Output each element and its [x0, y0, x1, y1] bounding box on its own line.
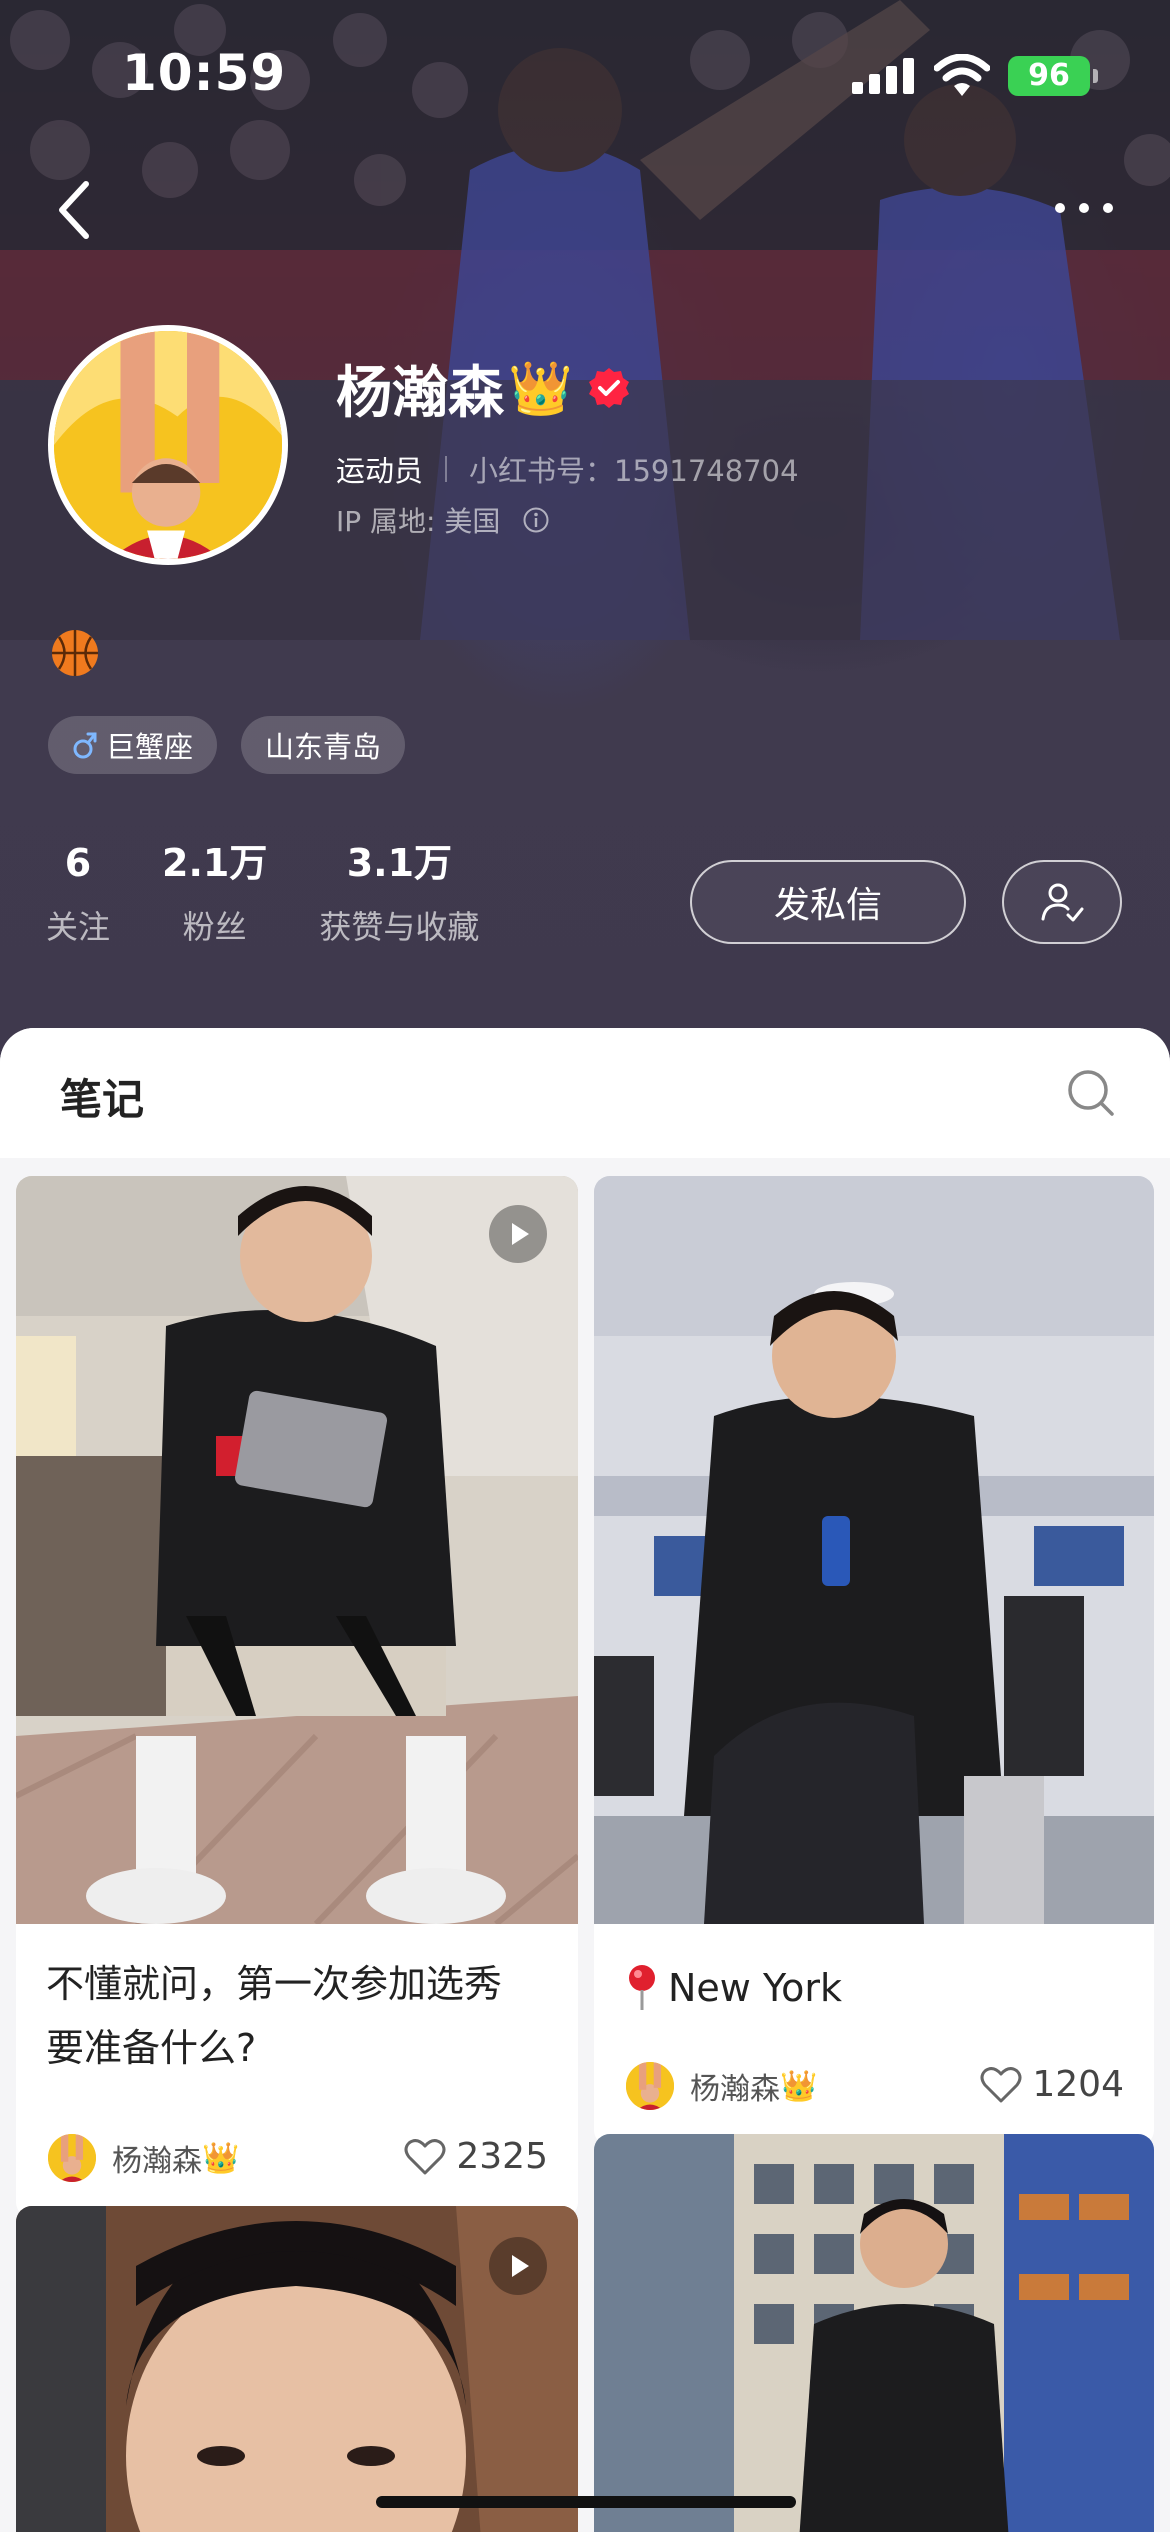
wifi-icon [934, 54, 990, 96]
tab-notes[interactable]: 笔记 [60, 1066, 144, 1127]
profile-red-id[interactable]: 小红书号：1591748704 [469, 448, 799, 490]
profile-avatar[interactable] [48, 325, 288, 565]
status-time: 10:59 [122, 44, 287, 102]
home-indicator[interactable] [376, 2496, 796, 2508]
note-likes[interactable]: 2325 [404, 2136, 548, 2177]
follow-status-button[interactable] [1002, 860, 1122, 944]
send-message-button[interactable]: 发私信 [690, 860, 966, 944]
notes-tab-bar: 笔记 [0, 1028, 1170, 1158]
video-play-icon [489, 2237, 547, 2295]
verified-badge-icon [588, 368, 629, 408]
basketball-icon [52, 630, 98, 676]
likes-count: 2325 [456, 2136, 548, 2177]
heart-icon [980, 2066, 1022, 2102]
note-cover-image [594, 2134, 1154, 2532]
profile-stats: 6 关注 2.1万 粉丝 3.1万 获赞与收藏 [46, 838, 531, 948]
note-cover-image [16, 1176, 578, 1924]
search-icon[interactable] [1066, 1068, 1116, 1118]
profile-name: 杨瀚森 [336, 360, 504, 426]
author-crown-emoji: 👑 [202, 2140, 240, 2176]
likes-count: 1204 [1032, 2064, 1124, 2105]
note-author[interactable]: 杨瀚森 👑 [624, 2060, 817, 2112]
author-avatar [624, 2060, 676, 2112]
author-name: 杨瀚森 [112, 2144, 202, 2179]
tag-location: 山东青岛 [241, 716, 406, 774]
note-author[interactable]: 杨瀚森 👑 [46, 2132, 239, 2184]
more-options-icon[interactable] [1052, 196, 1116, 220]
video-play-icon [489, 1205, 547, 1263]
note-title-line-2: 要准备什么? [46, 2026, 257, 2070]
stat-following-label: 关注 [46, 908, 111, 946]
signal-icon [852, 58, 914, 94]
crown-emoji: 👑 [508, 358, 573, 419]
stat-likes-label: 获赞与收藏 [319, 908, 480, 946]
tag-zodiac: 巨蟹座 [48, 716, 218, 774]
info-icon[interactable] [522, 506, 550, 534]
stat-followers-label: 粉丝 [182, 908, 247, 946]
ip-location-row: IP 属地: 美国 [336, 500, 550, 540]
user-check-icon [1041, 883, 1084, 922]
notes-panel: 笔记 不懂就问，第一次参加选秀 要准备什么? 杨瀚森 👑 2325 New Yo… [0, 1028, 1170, 2532]
stat-followers-value: 2.1万 [162, 841, 268, 885]
note-title: 不懂就问，第一次参加选秀 要准备什么? [46, 1952, 502, 2080]
note-card[interactable] [16, 2206, 578, 2532]
divider [445, 456, 448, 482]
note-title-line-1: 不懂就问，第一次参加选秀 [46, 1962, 503, 2006]
author-avatar [46, 2132, 98, 2184]
stat-likes-value: 3.1万 [346, 841, 453, 885]
profile-tags: 巨蟹座 山东青岛 [48, 716, 406, 774]
note-card[interactable]: 不懂就问，第一次参加选秀 要准备什么? 杨瀚森 👑 2325 [16, 1176, 578, 2218]
back-arrow-icon[interactable] [52, 178, 96, 242]
stat-following-value: 6 [64, 841, 92, 885]
author-name: 杨瀚森 [690, 2072, 780, 2107]
note-likes[interactable]: 1204 [980, 2064, 1124, 2105]
battery-indicator: 96 [1008, 56, 1098, 96]
location-pin-icon [629, 1965, 655, 2010]
ip-location: IP 属地: 美国 [336, 505, 501, 538]
note-title-text: New York [668, 1966, 843, 2010]
profile-name-row: 杨瀚森 👑 [336, 350, 631, 426]
male-icon [73, 732, 97, 759]
profile-meta: 运动员 小红书号：1591748704 [336, 448, 799, 490]
stat-followers[interactable]: 2.1万 粉丝 [162, 838, 267, 948]
stat-likes-collects[interactable]: 3.1万 获赞与收藏 [319, 838, 479, 948]
profile-role: 运动员 [336, 454, 424, 488]
heart-icon [404, 2138, 446, 2174]
author-crown-emoji: 👑 [780, 2068, 818, 2104]
status-bar: 10:59 96 [0, 0, 1170, 150]
tag-location-label: 山东青岛 [265, 730, 382, 764]
stat-following[interactable]: 6 关注 [46, 838, 110, 948]
note-card[interactable]: 📍 New York 杨瀚森 👑 1204 [594, 1176, 1154, 2146]
note-card[interactable] [594, 2134, 1154, 2532]
profile-header: 10:59 96 杨瀚森 👑 运动员 小红书号：1591748704 IP 属地… [0, 0, 1170, 1080]
note-cover-image [594, 1176, 1154, 1924]
note-title: 📍 New York [624, 1956, 842, 2020]
tag-zodiac-label: 巨蟹座 [106, 730, 194, 764]
